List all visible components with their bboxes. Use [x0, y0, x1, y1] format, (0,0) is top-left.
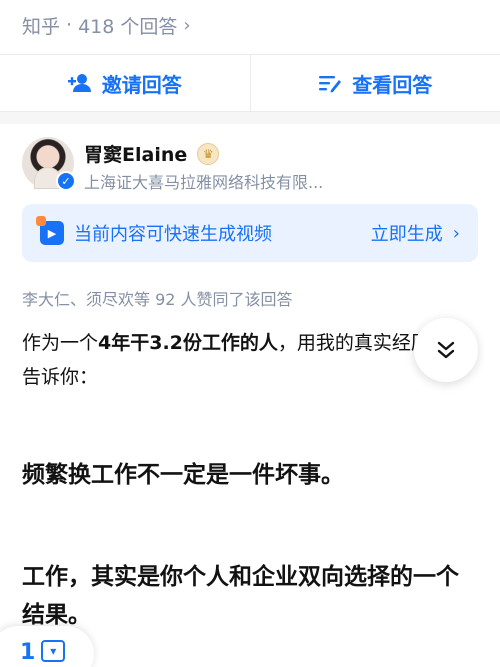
chevron-right-icon: ›	[183, 14, 191, 36]
paragraph-bold-text: 4年干3.2份工作的人	[98, 332, 278, 354]
person-plus-icon	[67, 74, 91, 92]
invite-answer-label: 邀请回答	[101, 72, 182, 97]
comment-count-button[interactable]: 1 ▾	[0, 626, 94, 667]
generate-video-banner[interactable]: ▶ 当前内容可快速生成视频 立即生成 ›	[22, 204, 478, 262]
paragraph-text: 作为一个	[22, 332, 99, 354]
video-icon: ▶	[36, 216, 64, 245]
comment-count: 1	[20, 640, 36, 665]
list-edit-icon	[319, 76, 342, 93]
upvoters-text[interactable]: 李大仁、须尽欢等 92 人赞同了该回答	[22, 286, 293, 310]
verified-check-icon: ✓	[56, 171, 76, 191]
crown-icon: ♛	[197, 142, 220, 165]
author-card[interactable]: ✓ 胃窦Elaine ♛ 上海证大喜马拉雅网络科技有限...	[22, 137, 478, 197]
double-chevron-down-icon	[437, 341, 455, 359]
generate-video-text: 当前内容可快速生成视频	[74, 224, 272, 245]
answers-count: 418 个回答	[78, 15, 178, 38]
view-answers-button[interactable]: 查看回答	[251, 55, 500, 111]
chevron-right-icon: ›	[452, 222, 460, 244]
answer-paragraph: 作为一个4年干3.2份工作的人，用我的真实经历告诉你：	[22, 326, 432, 394]
generate-now-link[interactable]: 立即生成	[371, 220, 443, 246]
brand-label: 知乎	[22, 15, 61, 38]
action-bar: 邀请回答 查看回答	[0, 54, 500, 112]
answer-heading: 频繁换工作不一定是一件坏事。	[22, 462, 344, 488]
author-name: 胃窦Elaine	[84, 144, 188, 166]
view-answers-label: 查看回答	[352, 72, 433, 97]
collapse-button[interactable]	[414, 318, 478, 382]
comment-icon: ▾	[41, 640, 66, 662]
question-header[interactable]: 知乎 · 418 个回答 ›	[0, 0, 500, 50]
answer-heading: 工作，其实是你个人和企业双向选择的一个结果。	[22, 564, 459, 628]
separator: ·	[66, 14, 73, 36]
author-name-row[interactable]: 胃窦Elaine ♛	[84, 140, 220, 167]
author-org: 上海证大喜马拉雅网络科技有限...	[84, 173, 324, 192]
invite-answer-button[interactable]: 邀请回答	[0, 55, 250, 111]
section-gap	[0, 112, 500, 124]
